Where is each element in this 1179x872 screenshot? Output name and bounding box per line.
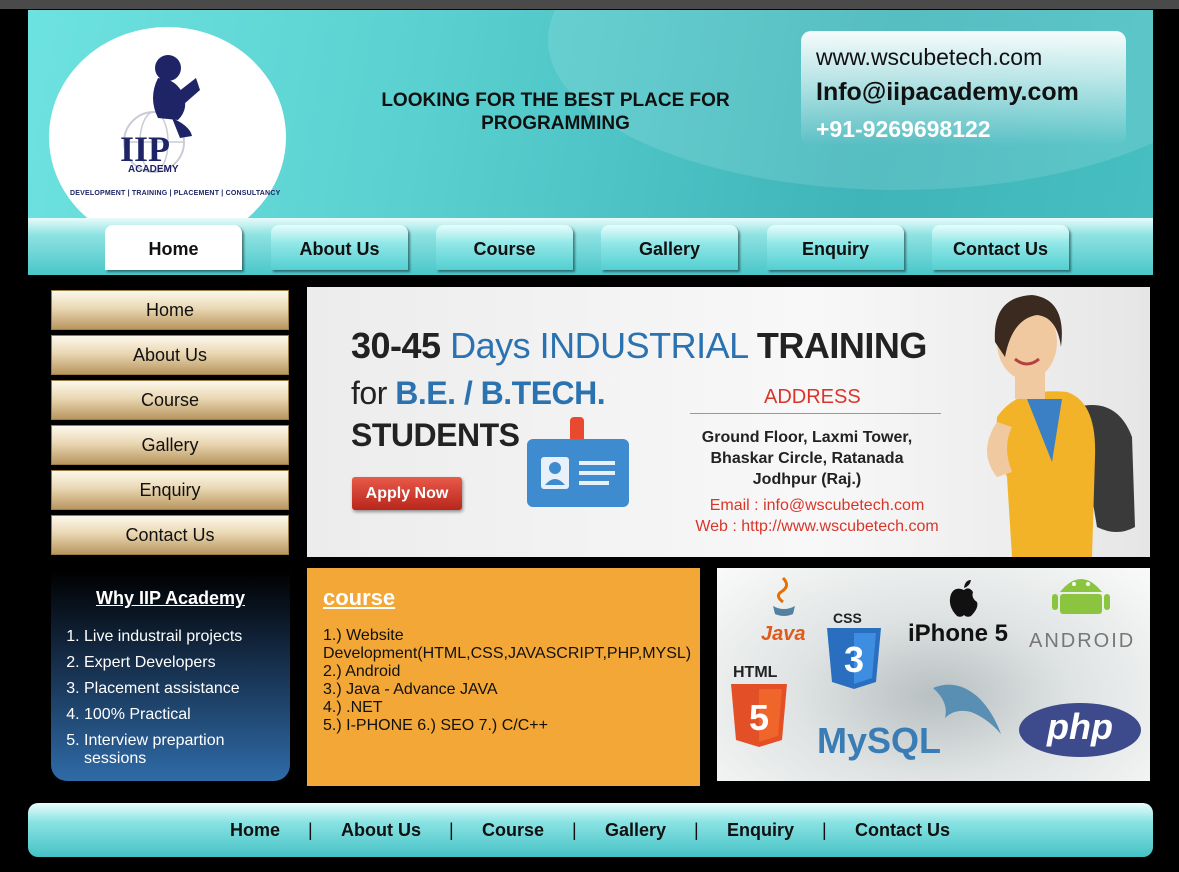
banner-address-heading: ADDRESS (764, 386, 861, 408)
main-nav: Home About Us Course Gallery Enquiry Con… (28, 218, 1153, 275)
php-logo: php (1047, 706, 1113, 747)
nav-about-us[interactable]: About Us (271, 225, 408, 270)
why-iip-panel: Why IIP Academy Live industrail projects… (51, 571, 290, 781)
address-line: Ground Floor, Laxmi Tower, (701, 429, 913, 446)
list-item: 100% Practical (84, 706, 274, 724)
banner-line-1: 30-45 Days INDUSTRIAL TRAINING (351, 325, 927, 367)
java-logo: Java (761, 623, 806, 645)
footer-separator: | (694, 820, 699, 840)
course-line: 5.) I-PHONE 6.) SEO 7.) C/C++ (323, 717, 548, 734)
sidebar-course[interactable]: Course (51, 380, 289, 420)
address-line: Bhaskar Circle, Ratanada (710, 450, 904, 467)
logo-tagline: DEVELOPMENT | TRAINING | PLACEMENT | CON… (70, 190, 281, 197)
footer-link-about-us[interactable]: About Us (341, 820, 421, 841)
html5-shield-icon: 5 (731, 684, 787, 747)
banner-address: Ground Floor, Laxmi Tower, Bhaskar Circl… (677, 427, 937, 490)
mysql-logo: MySQL (817, 720, 942, 761)
footer-nav: Home | About Us | Course | Gallery | Enq… (28, 803, 1153, 857)
footer-link-course[interactable]: Course (482, 820, 544, 841)
sidebar-contact-us[interactable]: Contact Us (51, 515, 289, 555)
why-iip-list: Live industrail projects Expert Develope… (84, 628, 274, 776)
nav-enquiry[interactable]: Enquiry (767, 225, 904, 270)
sidebar-about-us[interactable]: About Us (51, 335, 289, 375)
iphone-logo: iPhone 5 (908, 620, 1009, 647)
footer-separator: | (308, 820, 313, 840)
course-title[interactable]: course (323, 585, 395, 611)
css3-shield-icon: 3 (827, 628, 881, 689)
banner-degree: B.E. / B.TECH. (395, 375, 606, 411)
android-logo: ANDROID (1029, 630, 1136, 652)
banner-days: 30-45 (351, 325, 441, 366)
training-banner: 30-45 Days INDUSTRIAL TRAINING for B.E. … (307, 287, 1150, 557)
course-line: 2.) Android (323, 663, 401, 680)
nav-course[interactable]: Course (436, 225, 573, 270)
header-tagline: LOOKING FOR THE BEST PLACE FOR PROGRAMMI… (381, 90, 730, 134)
banner-students: STUDENTS (351, 417, 520, 453)
footer-separator: | (572, 820, 577, 840)
banner-contact: Email : info@wscubetech.com Web : http:/… (672, 495, 962, 537)
list-item: Expert Developers (84, 654, 274, 672)
svg-text:3: 3 (844, 639, 864, 680)
banner-for: for (351, 375, 387, 411)
address-line: Jodhpur (Raj.) (752, 471, 862, 488)
course-line: 1.) Website Development(HTML,CSS,JAVASCR… (323, 627, 692, 662)
nav-contact-us[interactable]: Contact Us (932, 225, 1069, 270)
svg-text:5: 5 (749, 697, 769, 738)
sidebar-gallery[interactable]: Gallery (51, 425, 289, 465)
list-item: Placement assistance (84, 680, 274, 698)
sidebar-home[interactable]: Home (51, 290, 289, 330)
course-panel: course 1.) Website Development(HTML,CSS,… (307, 568, 700, 786)
why-iip-title: Why IIP Academy (95, 588, 246, 608)
logo-sub-text: ACADEMY (128, 164, 179, 175)
banner-address-divider (690, 413, 941, 414)
banner-email: Email : info@wscubetech.com (709, 497, 925, 514)
html-logo-label: HTML (733, 664, 778, 681)
banner-line-2: for B.E. / B.TECH. (351, 375, 606, 412)
footer-link-enquiry[interactable]: Enquiry (727, 820, 794, 841)
nav-home[interactable]: Home (105, 225, 242, 270)
nav-gallery[interactable]: Gallery (601, 225, 738, 270)
contact-phone: +91-9269698122 (816, 116, 991, 142)
site-header: IIP ACADEMY DEVELOPMENT | TRAINING | PLA… (28, 10, 1153, 218)
list-item: Interview prepartion sessions (84, 732, 274, 768)
footer-link-gallery[interactable]: Gallery (605, 820, 666, 841)
list-item: Live industrail projects (84, 628, 274, 646)
course-line: 4.) .NET (323, 699, 383, 716)
student-illustration (987, 295, 1135, 557)
technology-logos: Java CSS 3 iPhone 5 ANDROID HTML 5 MySQL… (717, 568, 1150, 781)
java-cup-icon (773, 576, 795, 616)
course-list: 1.) Website Development(HTML,CSS,JAVASCR… (323, 627, 693, 735)
footer-link-contact-us[interactable]: Contact Us (855, 820, 950, 841)
sidebar-enquiry[interactable]: Enquiry (51, 470, 289, 510)
id-card-icon (527, 439, 629, 507)
apple-icon (949, 580, 978, 617)
footer-separator: | (449, 820, 454, 840)
banner-industrial: Days INDUSTRIAL (450, 325, 748, 366)
banner-training: TRAINING (756, 325, 928, 366)
banner-web: Web : http://www.wscubetech.com (695, 518, 939, 535)
footer-link-home[interactable]: Home (230, 820, 280, 841)
contact-website: www.wscubetech.com (816, 44, 1043, 70)
android-robot-icon (1052, 579, 1110, 614)
contact-email: Info@iipacademy.com (816, 78, 1079, 106)
course-line: 3.) Java - Advance JAVA (323, 681, 498, 698)
browser-top-strip (0, 0, 1179, 9)
css-logo-label: CSS (833, 610, 862, 626)
apply-now-button[interactable]: Apply Now (352, 477, 462, 510)
footer-separator: | (822, 820, 827, 840)
